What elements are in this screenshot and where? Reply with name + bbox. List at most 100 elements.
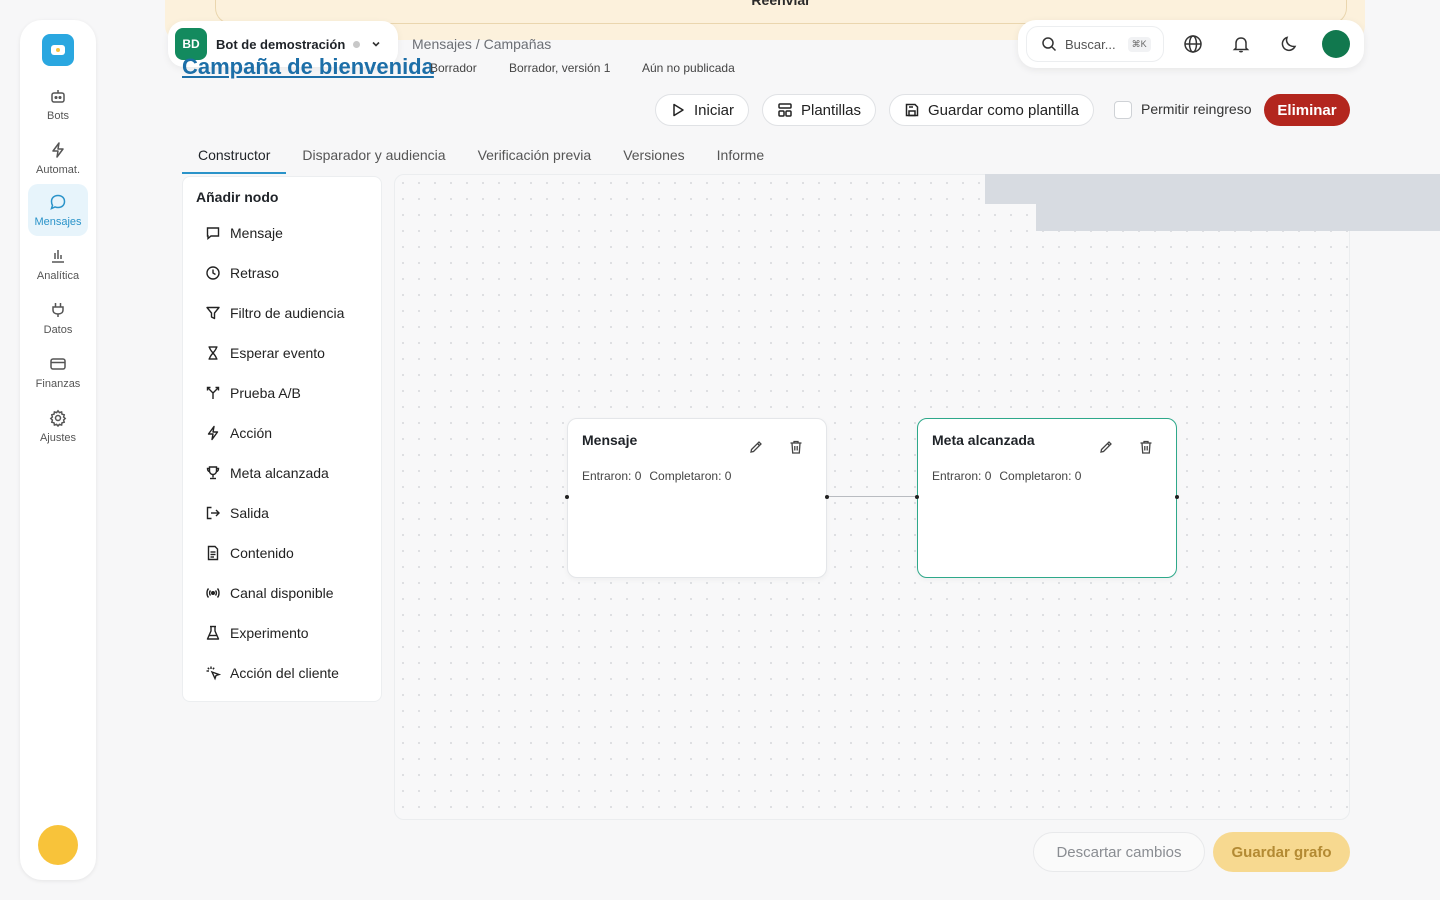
allow-reentry-checkbox[interactable]	[1114, 101, 1132, 119]
play-icon	[673, 103, 684, 117]
palette-item-label: Esperar evento	[230, 345, 325, 361]
node-output-port[interactable]	[1175, 495, 1179, 499]
bot-name: Bot de demostración	[216, 36, 346, 52]
templates-label: Plantillas	[801, 101, 862, 119]
node-stats: Entraron: 0 Completaron: 0	[932, 469, 1081, 483]
drag-ghost-overlay	[1036, 204, 1440, 231]
save-as-template-button[interactable]: Guardar como plantilla	[889, 94, 1094, 126]
campaign-title[interactable]: Campaña de bienvenida	[182, 53, 434, 79]
palette-item-label: Canal disponible	[230, 585, 334, 601]
sidebar-item-automations[interactable]: Automat.	[28, 132, 88, 184]
trash-icon[interactable]	[1138, 439, 1154, 455]
palette-item-label: Experimento	[230, 625, 309, 641]
sidebar-item-data[interactable]: Datos	[28, 292, 88, 344]
palette-item-wait-event[interactable]: Esperar evento	[205, 343, 325, 363]
node-entered-count: Entraron: 0	[932, 469, 992, 483]
chat-icon	[206, 227, 220, 240]
bot-icon	[51, 89, 65, 103]
save-as-template-label: Guardar como plantilla	[928, 101, 1079, 119]
node-input-port[interactable]	[915, 495, 919, 499]
search-icon	[1042, 37, 1057, 52]
search-placeholder: Buscar...	[1065, 36, 1116, 52]
pencil-icon[interactable]	[748, 439, 764, 455]
gear-icon	[49, 409, 67, 427]
document-icon	[207, 545, 219, 561]
sidebar-item-settings[interactable]: Ajustes	[28, 400, 88, 452]
palette-item-exit[interactable]: Salida	[205, 503, 269, 523]
tab-trigger-audience[interactable]: Disparador y audiencia	[286, 138, 461, 174]
sidebar-item-bots[interactable]: Bots	[28, 78, 88, 130]
delete-button[interactable]: Eliminar	[1264, 94, 1350, 126]
sidebar-item-analytics[interactable]: Analítica	[28, 238, 88, 290]
palette-item-customer-action[interactable]: Acción del cliente	[205, 663, 339, 683]
start-button[interactable]: Iniciar	[655, 94, 750, 126]
node-stats: Entraron: 0 Completaron: 0	[582, 469, 731, 483]
node-output-port[interactable]	[825, 495, 829, 499]
sidebar-item-label: Bots	[46, 109, 69, 122]
palette-item-message[interactable]: Mensaje	[205, 223, 283, 243]
campaign-publish-state: Aún no publicada	[642, 61, 735, 75]
campaign-version: Borrador, versión 1	[509, 61, 611, 75]
templates-icon	[778, 103, 792, 117]
tab-preflight[interactable]: Verificación previa	[462, 138, 608, 174]
palette-item-ab-test[interactable]: Prueba A/B	[205, 383, 301, 403]
flow-canvas[interactable]	[394, 174, 1350, 820]
card-icon	[50, 357, 66, 370]
tab-builder[interactable]: Constructor	[182, 138, 287, 174]
app-logo[interactable]	[42, 34, 74, 66]
node-input-port[interactable]	[565, 495, 569, 499]
tab-report[interactable]: Informe	[701, 138, 780, 174]
sidebar-item-label: Finanzas	[35, 377, 81, 390]
moon-icon[interactable]	[1279, 34, 1299, 54]
palette-item-channel-available[interactable]: Canal disponible	[205, 583, 334, 603]
palette-item-content[interactable]: Contenido	[205, 543, 294, 563]
trophy-icon	[206, 466, 220, 480]
plug-icon	[52, 302, 64, 317]
split-icon	[206, 386, 220, 399]
globe-icon[interactable]	[1183, 34, 1203, 54]
palette-item-label: Meta alcanzada	[230, 465, 329, 481]
sidebar-item-label: Analítica	[36, 269, 80, 282]
sidebar: Bots Automat. Mensajes Analítica Datos F…	[20, 20, 96, 880]
palette-title: Añadir nodo	[196, 189, 279, 205]
broadcast-icon	[206, 588, 220, 598]
top-toolbar: Buscar... ⌘K	[1018, 20, 1364, 68]
filter-icon	[206, 306, 220, 320]
campaign-tabs: Constructor Disparador y audiencia Verif…	[182, 138, 780, 174]
trash-icon[interactable]	[788, 439, 804, 455]
clock-icon	[206, 266, 220, 280]
node-title: Mensaje	[582, 432, 638, 448]
account-avatar[interactable]	[1322, 30, 1350, 58]
flask-icon	[206, 625, 220, 640]
exit-icon	[206, 506, 220, 520]
bolt-icon	[207, 425, 219, 441]
pencil-icon[interactable]	[1098, 439, 1114, 455]
flow-node-goal-reached[interactable]: Meta alcanzada Entraron: 0 Completaron: …	[917, 418, 1177, 578]
sidebar-item-finance[interactable]: Finanzas	[28, 346, 88, 398]
templates-button[interactable]: Plantillas	[762, 94, 877, 126]
sidebar-item-messages[interactable]: Mensajes	[28, 184, 88, 236]
palette-item-experiment[interactable]: Experimento	[205, 623, 309, 643]
sidebar-item-label: Ajustes	[39, 431, 77, 444]
tab-versions[interactable]: Versiones	[607, 138, 700, 174]
discard-changes-button[interactable]: Descartar cambios	[1033, 832, 1205, 872]
user-avatar[interactable]	[38, 825, 78, 865]
save-graph-button[interactable]: Guardar grafo	[1213, 832, 1350, 872]
palette-item-action[interactable]: Acción	[205, 423, 272, 443]
palette-item-delay[interactable]: Retraso	[205, 263, 279, 283]
palette-item-audience-filter[interactable]: Filtro de audiencia	[205, 303, 344, 323]
node-entered-count: Entraron: 0	[582, 469, 642, 483]
palette-item-label: Acción del cliente	[230, 665, 339, 681]
bell-icon[interactable]	[1231, 34, 1251, 54]
sparkle-icon	[206, 666, 221, 681]
search-input[interactable]: Buscar... ⌘K	[1026, 26, 1164, 62]
chart-icon	[52, 249, 64, 263]
palette-item-label: Acción	[230, 425, 273, 441]
flow-node-message[interactable]: Mensaje Entraron: 0 Completaron: 0	[567, 418, 827, 578]
palette-item-label: Mensaje	[230, 225, 283, 241]
palette-item-goal-reached[interactable]: Meta alcanzada	[205, 463, 329, 483]
flow-edge[interactable]	[827, 496, 917, 497]
bolt-icon	[52, 141, 64, 158]
hourglass-icon	[208, 346, 218, 360]
search-shortcut: ⌘K	[1127, 36, 1151, 52]
